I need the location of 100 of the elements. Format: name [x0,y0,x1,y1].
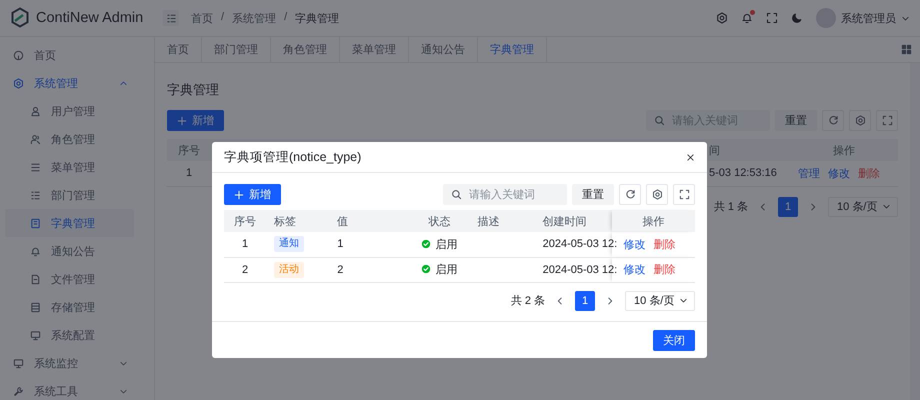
refresh-button[interactable] [822,110,844,131]
action-link[interactable]: 修改 [828,166,850,181]
sidebar-icon [13,50,24,60]
sidebar-item[interactable]: 字典管理 [5,209,134,237]
chevron-down-icon [679,296,688,305]
refresh-button[interactable] [619,184,641,205]
breadcrumb-item[interactable]: 系统管理 [232,10,276,26]
add-button[interactable]: 新增 [167,110,224,131]
status-text: 启用 [421,262,458,277]
column-header: 间 [709,144,720,156]
breadcrumb-item[interactable]: 字典管理 [295,10,340,26]
sidebar-item[interactable]: 系统配置 [5,321,134,349]
sidebar-item[interactable]: 用户管理 [5,97,134,125]
delete-link[interactable]: 删除 [653,262,676,277]
sidebar-icon [30,274,41,284]
page-button[interactable]: 1 [778,196,798,216]
search-field[interactable]: 请输入关键词 [443,184,567,205]
sidebar-item[interactable]: 系统管理 [5,69,134,97]
column-header: 值 [337,216,348,228]
settings-button[interactable] [849,110,871,131]
add-button[interactable]: 新增 [224,184,281,205]
table-cell: 2024-05-03 12: [542,238,618,250]
app-name: ContiNew Admin [36,10,144,26]
reset-button[interactable]: 重置 [572,184,614,205]
refresh-icon [624,189,636,200]
sidebar-icon [13,386,24,396]
sidebar-icon [13,78,24,88]
delete-link[interactable]: 删除 [653,236,676,252]
sidebar-item[interactable]: 文件管理 [5,265,134,293]
action-link[interactable]: 修改 [623,262,646,277]
plus-icon [234,190,244,200]
sidebar-item[interactable]: 角色管理 [5,125,134,153]
table-cell: 2 [242,264,248,276]
page-button[interactable]: 1 [575,290,595,310]
column-header: 状态 [428,216,450,228]
sidebar-item[interactable]: 通知公告 [5,237,134,265]
logo-icon [10,7,30,29]
sidebar-icon [30,134,41,144]
settings-icon[interactable] [716,12,728,24]
chevron-down-icon [882,202,891,211]
sidebar-icon [30,218,41,228]
breadcrumb-separator: / [221,10,224,24]
page-size-select[interactable]: 10 条/页 [828,196,898,216]
close-icon [686,152,695,162]
table-cell: 1 [186,167,192,180]
sidebar-item[interactable]: 首页 [5,41,134,69]
breadcrumb-separator: / [284,10,288,24]
action-link[interactable]: 管理 [798,166,820,181]
column-header: 创建时间 [542,216,587,228]
fullscreen-button[interactable] [876,110,898,131]
sidebar-icon [30,190,41,200]
tag: 活动 [274,262,304,278]
table-cell: 2 [337,264,344,276]
sidebar-icon [30,246,41,256]
sidebar-item[interactable]: 存储管理 [5,293,134,321]
settings-icon [652,189,662,200]
column-header: 操作 [833,144,855,156]
sidebar-item[interactable]: 部门管理 [5,181,134,209]
tab[interactable]: 菜单管理 [340,37,409,62]
action-link[interactable]: 修改 [623,236,646,252]
sidebar-item[interactable]: 菜单管理 [5,153,134,181]
moon-icon[interactable] [791,12,803,24]
table-cell: 2024-05-03 12: [542,264,618,276]
tab[interactable]: 部门管理 [202,37,271,62]
notification-button[interactable] [741,12,753,24]
plus-icon [177,116,187,126]
modal-title: 字典项管理(notice_type) [224,148,362,166]
search-icon [451,189,462,200]
user-name[interactable]: 系统管理员 [841,10,896,26]
page-size-select[interactable]: 10 条/页 [625,290,695,310]
sidebar-icon [30,106,41,116]
close-button[interactable]: 关闭 [653,330,695,351]
page-title: 字典管理 [167,81,220,99]
total-count: 共 1 条 [714,200,748,214]
sidebar-item[interactable]: 系统监控 [5,349,134,377]
tag: 通知 [274,236,304,252]
settings-icon [854,115,866,126]
fullscreen-button[interactable] [673,184,695,205]
sidebar-icon [30,330,41,340]
menu-toggle-button[interactable] [163,10,179,26]
settings-button[interactable] [646,184,668,205]
reset-button[interactable]: 重置 [775,110,817,131]
tab[interactable]: 角色管理 [271,37,340,62]
column-header: 序号 [234,216,256,228]
grid-icon[interactable] [901,44,912,55]
close-button[interactable] [686,152,695,162]
sidebar-item[interactable]: 系统工具 [5,377,134,400]
total-count: 共 2 条 [510,294,545,308]
tab[interactable]: 首页 [155,37,202,62]
fullscreen-icon[interactable] [766,12,778,24]
menu-icon [166,12,176,24]
status-text: 启用 [421,236,458,252]
breadcrumb-item[interactable]: 首页 [191,10,213,26]
check-circle-icon [421,239,432,249]
refresh-icon [828,115,838,126]
sidebar-icon [30,302,41,312]
sidebar-icon [30,162,41,172]
delete-link[interactable]: 删除 [858,166,880,181]
column-header: 描述 [477,216,500,228]
search-icon [654,115,665,126]
